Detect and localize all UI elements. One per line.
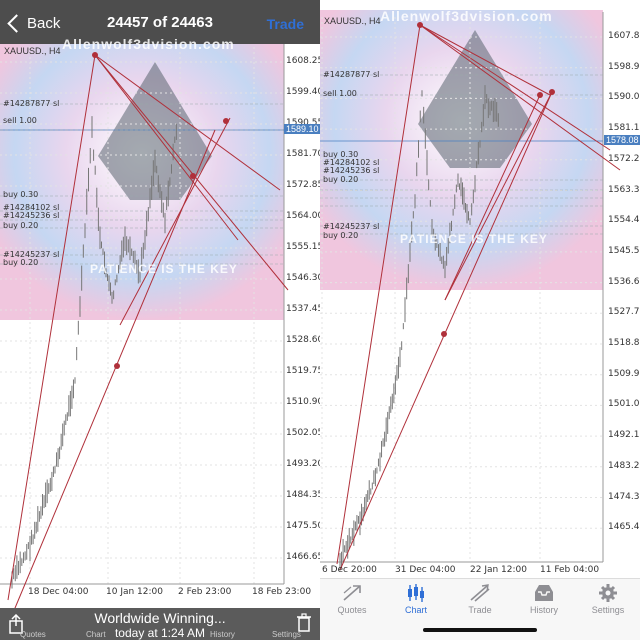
y-tick-label: 1475.50 — [286, 521, 320, 531]
y-tick-label: 1607.80 — [608, 31, 640, 41]
notification-title: Worldwide Winning... — [94, 610, 226, 626]
y-tick-label: 1474.30 — [608, 491, 640, 502]
y-tick-label: 1510.90 — [286, 397, 320, 407]
gear-icon — [599, 584, 617, 602]
trade-level-label: #14245236 sl — [3, 211, 60, 220]
symbol-label: XAUUSD., H4 — [4, 46, 61, 56]
tab-history[interactable]: History — [512, 579, 576, 629]
trade-link[interactable]: Trade — [267, 16, 304, 32]
y-tick-label: 1546.30 — [286, 273, 320, 283]
y-tick-label: 1518.80 — [608, 338, 640, 348]
trendline-anchor — [190, 173, 196, 179]
y-tick-label: 1581.70 — [286, 149, 320, 159]
trendline-anchor — [223, 118, 229, 124]
y-tick-label: 1465.40 — [608, 522, 640, 533]
x-tick-label: 18 Dec 04:00 — [28, 587, 89, 597]
x-tick-label: 2 Feb 23:00 — [178, 587, 232, 597]
trade-level-label: sell 1.00 — [3, 116, 37, 125]
left-screenshot: Back 24457 of 24463 Trade XAUUSD., H4 Al… — [0, 0, 320, 640]
trade-level-label: sell 1.00 — [323, 89, 357, 98]
trendline-anchor — [114, 363, 120, 369]
y-tick-label: 1466.65 — [286, 552, 320, 562]
trade-level-label: buy 0.20 — [3, 258, 39, 267]
watermark-site: Allenwolf3dvision.com — [62, 36, 235, 52]
y-tick-label: 1502.05 — [286, 428, 320, 438]
trade-level-label: buy 0.20 — [323, 175, 359, 184]
y-tick-label: 1501.00 — [608, 399, 640, 410]
tab-label: Quotes — [337, 605, 367, 615]
quotes-icon — [343, 585, 361, 601]
trade-level-label: #14287877 sl — [323, 70, 380, 79]
trendline-anchor — [537, 92, 543, 98]
symbol-label: XAUUSD., H4 — [324, 16, 381, 26]
tab-label: Trade — [468, 605, 492, 615]
trade-icon — [470, 584, 490, 602]
trendline-anchor — [92, 52, 98, 58]
y-tick-label: 1564.00 — [286, 211, 320, 221]
tab-quotes[interactable]: Quotes — [320, 579, 384, 629]
y-tick-label: 1581.10 — [608, 123, 640, 134]
y-tick-label: 1590.00 — [608, 92, 640, 103]
watermark-slogan: PATIENCE IS THE KEY — [400, 232, 548, 246]
trade-level-label: buy 0.30 — [3, 190, 39, 199]
tab-settings[interactable]: Settings — [576, 579, 640, 629]
home-indicator — [423, 628, 537, 632]
trade-level-label: #14245236 sl — [323, 166, 380, 175]
tab-label: History — [529, 605, 558, 615]
x-tick-label: 11 Feb 04:00 — [540, 565, 600, 575]
tab-history-dim: History — [210, 630, 235, 639]
y-tick-label: 1493.20 — [286, 459, 320, 469]
trade-level-label: buy 0.20 — [323, 231, 359, 240]
y-tick-label: 1555.15 — [286, 242, 320, 252]
tab-trade[interactable]: Trade — [448, 579, 512, 629]
trash-icon[interactable] — [296, 613, 312, 633]
trendline-anchor — [441, 331, 447, 337]
y-tick-label: 1554.40 — [608, 215, 640, 226]
y-tick-label: 1545.50 — [608, 245, 640, 256]
y-tick-label: 1608.25 — [286, 56, 320, 66]
current-price-tag: 1578.08 — [604, 135, 640, 145]
tab-quotes-dim: Quotes — [20, 630, 46, 639]
current-price-tag: 1589.10 — [284, 124, 320, 134]
left-chart-canvas[interactable] — [0, 0, 320, 640]
x-tick-label: 31 Dec 04:00 — [395, 565, 456, 575]
x-tick-label: 22 Jan 12:00 — [470, 565, 527, 575]
x-tick-label: 18 Feb 23:00 — [252, 587, 312, 597]
trade-level-label: #14245237 sl — [323, 222, 380, 231]
trendline-anchor — [549, 89, 555, 95]
right-chart-canvas[interactable] — [320, 0, 640, 640]
y-tick-label: 1599.40 — [286, 87, 320, 97]
y-tick-label: 1509.90 — [608, 368, 640, 379]
trade-level-label: #14287877 sl — [3, 99, 60, 108]
y-tick-label: 1484.35 — [286, 490, 320, 500]
tab-label: Settings — [591, 605, 625, 615]
candlestick-icon — [408, 584, 424, 602]
y-tick-label: 1563.30 — [608, 184, 640, 195]
y-tick-label: 1483.20 — [608, 460, 640, 471]
trade-level-label: buy 0.20 — [3, 221, 39, 230]
y-tick-label: 1492.10 — [608, 430, 640, 441]
watermark-site: Allenwolf3dvision.com — [380, 8, 553, 24]
y-tick-label: 1598.90 — [608, 61, 640, 72]
y-tick-label: 1572.85 — [286, 180, 320, 190]
tab-label: Chart — [404, 605, 427, 615]
tab-chart[interactable]: Chart — [384, 579, 448, 629]
y-tick-label: 1572.20 — [608, 153, 640, 164]
notification-bar[interactable]: Quotes Chart Worldwide Winning... today … — [0, 608, 320, 640]
right-screenshot: XAUUSD., H4 Allenwolf3dvision.com PATIEN… — [320, 0, 640, 640]
x-tick-label: 6 Dec 20:00 — [322, 565, 377, 575]
watermark-slogan: PATIENCE IS THE KEY — [90, 262, 238, 276]
x-tick-label: 10 Jan 12:00 — [106, 587, 163, 597]
y-tick-label: 1519.75 — [286, 366, 320, 376]
y-tick-label: 1537.45 — [286, 304, 320, 314]
y-tick-label: 1528.60 — [286, 335, 320, 345]
y-tick-label: 1536.60 — [608, 276, 640, 287]
y-tick-label: 1527.70 — [608, 307, 640, 318]
history-icon — [535, 585, 553, 601]
